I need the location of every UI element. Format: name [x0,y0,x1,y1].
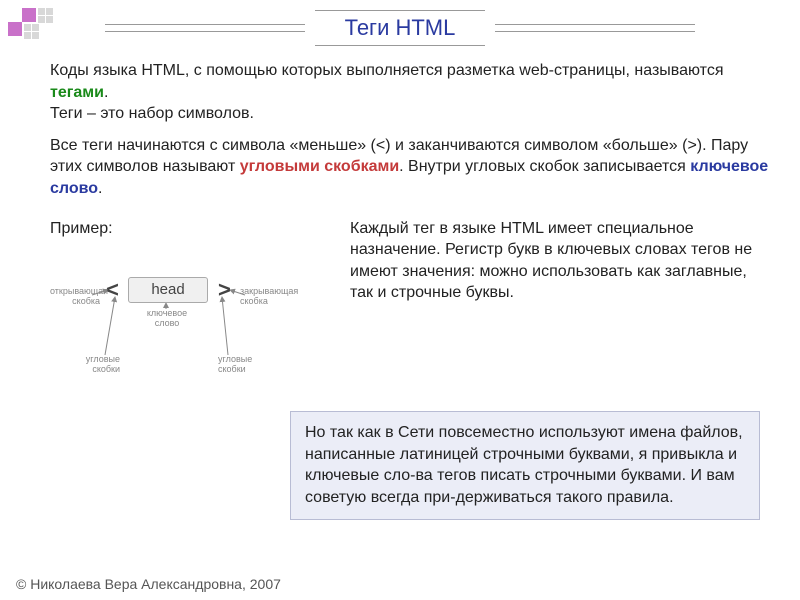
highlight-note: Но так как в Сети повсеместно используют… [290,411,760,519]
head-box: head [128,277,208,303]
label-angle-brackets-2: угловые скобки [218,355,268,375]
tag-diagram: < head > открывающая скобка закрывающая … [50,247,310,397]
paragraph-2: Все теги начинаются с символа «меньше» (… [50,135,770,200]
example-label: Пример: [50,218,330,240]
copyright-footer: © Николаева Вера Александровна, 2007 [16,576,281,592]
term-angle-brackets: угловыми скобками [240,158,399,175]
example-column: Пример: < head > открываю [50,218,330,398]
p2-text-b: . Внутри угловых скобок записывается [399,158,690,175]
paragraph-3: Каждый тег в языке HTML имеет специально… [350,218,770,398]
angle-bracket-right: > [218,275,231,305]
p1-text-c: Теги – это набор символов. [50,105,254,122]
label-angle-brackets-1: угловые скобки [70,355,120,375]
term-tags: тегами [50,84,104,101]
p1-text-b: . [104,84,108,101]
slide-title: Теги HTML [315,10,486,46]
label-close-bracket: закрывающая скобка [240,287,290,307]
paragraph-1: Коды языка HTML, с помощью которых выпол… [50,60,770,125]
title-bar: Теги HTML [0,10,800,46]
p1-text-a: Коды языка HTML, с помощью которых выпол… [50,62,723,79]
label-open-bracket: открывающая скобка [50,287,100,307]
label-keyword: ключевое слово [142,309,192,329]
example-row: Пример: < head > открываю [50,218,770,398]
slide-content: Коды языка HTML, с помощью которых выпол… [50,60,770,520]
p2-text-c: . [98,180,102,197]
